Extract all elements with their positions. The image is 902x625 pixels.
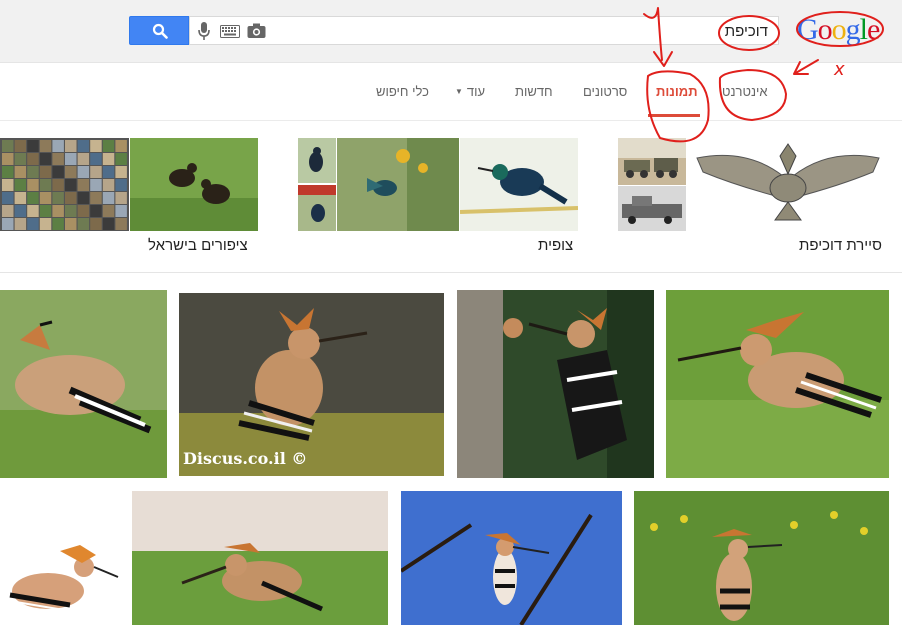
results-divider — [0, 272, 902, 273]
search-query: דוכיפת — [724, 23, 768, 40]
result-image-4[interactable] — [666, 290, 889, 478]
result-image-5[interactable] — [0, 531, 120, 625]
related-caption-3[interactable]: ציפורים בישראל — [148, 237, 248, 254]
related-thumb-sunbird-branch[interactable] — [460, 138, 578, 231]
logo-letter: o — [817, 13, 833, 46]
related-caption-1[interactable]: סיירת דוכיפת — [799, 237, 882, 254]
caret-down-icon: ▼ — [455, 87, 463, 96]
watermark: Discus.co.il © — [183, 449, 308, 468]
active-tab-indicator — [648, 114, 700, 117]
result-image-7[interactable] — [401, 491, 622, 625]
related-thumb-jeeps[interactable] — [618, 138, 686, 185]
related-thumb-sunbird-flower[interactable] — [337, 138, 459, 231]
tab-more-label: עוד — [466, 84, 486, 99]
logo-letter: e — [867, 13, 880, 46]
logo-letter: G — [797, 13, 819, 46]
result-image-3[interactable] — [457, 290, 654, 478]
tab-images[interactable]: תמונות — [656, 84, 698, 99]
keyboard-icon[interactable] — [220, 25, 240, 38]
tab-web[interactable]: אינטרנט — [722, 84, 768, 99]
related-thumb-mynas[interactable] — [130, 138, 258, 231]
related-thumb-badge[interactable] — [687, 138, 889, 231]
result-image-8[interactable] — [634, 491, 889, 625]
microphone-icon[interactable] — [197, 21, 211, 41]
tab-more[interactable]: עוד▼ — [455, 84, 485, 99]
related-thumb-sunbird-small-1[interactable] — [298, 138, 336, 183]
tab-videos[interactable]: סרטונים — [583, 84, 627, 99]
result-image-2[interactable]: Discus.co.il © — [179, 293, 444, 476]
search-icon — [152, 23, 168, 39]
tab-news[interactable]: חדשות — [515, 84, 553, 99]
camera-icon[interactable] — [247, 23, 266, 39]
related-thumb-bird-grid[interactable] — [0, 138, 129, 231]
logo-letter: l — [859, 13, 868, 46]
related-thumb-sunbird-small-2[interactable] — [298, 185, 336, 231]
google-logo-letters: Google — [797, 13, 880, 46]
logo-letter: o — [831, 13, 847, 46]
result-image-1[interactable] — [0, 290, 167, 478]
logo-letter: g — [845, 13, 861, 46]
search-input[interactable]: דוכיפת — [189, 16, 779, 45]
tab-search-tools[interactable]: כלי חיפוש — [376, 84, 429, 99]
google-logo[interactable]: Google — [797, 13, 880, 47]
search-button[interactable] — [129, 16, 189, 45]
related-thumb-vehicles[interactable] — [618, 186, 686, 231]
related-caption-2[interactable]: צופית — [538, 237, 573, 254]
result-image-6[interactable] — [132, 491, 388, 625]
